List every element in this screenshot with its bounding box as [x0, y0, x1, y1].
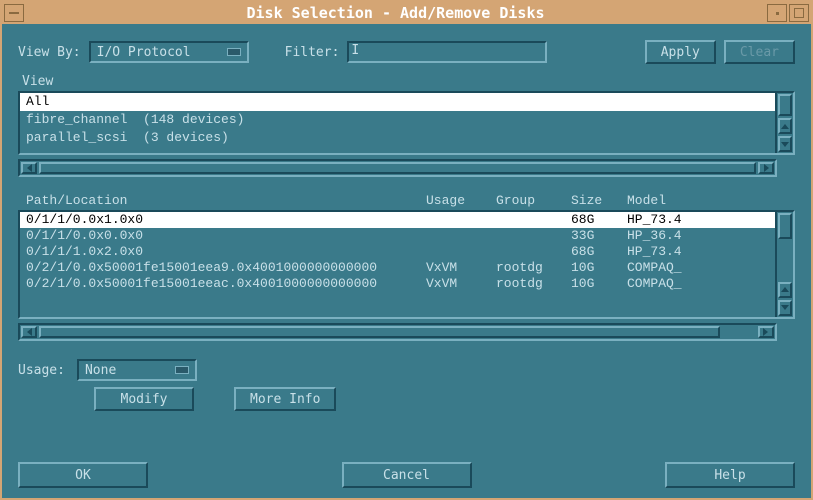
scrollbar-thumb[interactable]: [778, 213, 792, 239]
window-menu-button[interactable]: [4, 4, 24, 22]
scrollbar-thumb[interactable]: [39, 162, 756, 174]
disk-group: rootdg: [496, 260, 571, 276]
scroll-right-icon[interactable]: [758, 162, 774, 174]
dialog-footer: OK Cancel Help: [18, 462, 795, 488]
disk-size: 10G: [571, 276, 627, 292]
table-row[interactable]: 0/1/1/0.0x1.0x0 68GHP_73.4: [20, 212, 775, 228]
disk-group: [496, 244, 571, 260]
disk-path: 0/1/1/0.0x1.0x0: [26, 212, 426, 228]
disk-group: [496, 212, 571, 228]
scroll-right-icon[interactable]: [758, 326, 774, 338]
scroll-left-icon[interactable]: [21, 162, 37, 174]
view-by-value: I/O Protocol: [97, 45, 191, 60]
minimize-button[interactable]: [767, 4, 787, 22]
col-header-path: Path/Location: [26, 193, 426, 208]
col-header-usage: Usage: [426, 193, 496, 208]
disk-usage: [426, 228, 496, 244]
dialog-window: Disk Selection - Add/Remove Disks View B…: [0, 0, 813, 500]
usage-value: None: [85, 363, 116, 378]
table-row[interactable]: 0/2/1/0.0x50001fe15001eeac.0x40010000000…: [20, 276, 775, 292]
view-by-dropdown[interactable]: I/O Protocol: [89, 41, 249, 63]
view-list-vscroll[interactable]: [775, 93, 793, 153]
disk-list[interactable]: 0/1/1/0.0x1.0x068GHP_73.40/1/1/0.0x0.0x0…: [20, 212, 775, 317]
scroll-up-icon[interactable]: [778, 282, 792, 298]
col-header-group: Group: [496, 193, 571, 208]
disk-model: HP_36.4: [627, 228, 769, 244]
filter-label: Filter:: [285, 45, 340, 60]
disk-model: COMPAQ_: [627, 260, 769, 276]
disk-usage: VxVM: [426, 260, 496, 276]
content-area: View By: I/O Protocol Filter: I Apply Cl…: [2, 24, 811, 427]
table-row[interactable]: 0/1/1/1.0x2.0x0 68GHP_73.4: [20, 244, 775, 260]
text-caret-icon: I: [351, 43, 359, 58]
disk-list-container: 0/1/1/0.0x1.0x068GHP_73.40/1/1/0.0x0.0x0…: [18, 210, 795, 319]
help-button[interactable]: Help: [665, 462, 795, 488]
scrollbar-thumb[interactable]: [39, 326, 720, 338]
disk-path: 0/2/1/0.0x50001fe15001eeac.0x40010000000…: [26, 276, 426, 292]
list-item[interactable]: parallel_scsi (3 devices): [20, 129, 775, 147]
usage-dropdown[interactable]: None: [77, 359, 197, 381]
disk-usage: [426, 212, 496, 228]
scroll-up-icon[interactable]: [778, 118, 792, 134]
disk-model: HP_73.4: [627, 244, 769, 260]
disk-size: 68G: [571, 244, 627, 260]
view-list-hscroll[interactable]: [18, 159, 777, 177]
disk-size: 10G: [571, 260, 627, 276]
disk-usage: VxVM: [426, 276, 496, 292]
disk-group: [496, 228, 571, 244]
filter-input[interactable]: [347, 41, 547, 63]
view-list-container: Allfibre_channel (148 devices)parallel_s…: [18, 91, 795, 155]
view-by-label: View By:: [18, 45, 81, 60]
scroll-down-icon[interactable]: [778, 300, 792, 316]
list-item[interactable]: fibre_channel (148 devices): [20, 111, 775, 129]
table-row[interactable]: 0/2/1/0.0x50001fe15001eea9.0x40010000000…: [20, 260, 775, 276]
view-panel-label: View: [22, 74, 795, 89]
list-item[interactable]: All: [20, 93, 775, 111]
cancel-button[interactable]: Cancel: [342, 462, 472, 488]
apply-button[interactable]: Apply: [645, 40, 716, 64]
scroll-left-icon[interactable]: [21, 326, 37, 338]
maximize-button[interactable]: [789, 4, 809, 22]
disk-model: HP_73.4: [627, 212, 769, 228]
clear-button[interactable]: Clear: [724, 40, 795, 64]
usage-label: Usage:: [18, 363, 65, 378]
col-header-size: Size: [571, 193, 627, 208]
col-header-model: Model: [627, 193, 789, 208]
scrollbar-thumb[interactable]: [778, 94, 792, 116]
more-info-button[interactable]: More Info: [234, 387, 336, 411]
disk-list-hscroll[interactable]: [18, 323, 777, 341]
modify-button[interactable]: Modify: [94, 387, 194, 411]
table-row[interactable]: 0/1/1/0.0x0.0x0 33GHP_36.4: [20, 228, 775, 244]
ok-button[interactable]: OK: [18, 462, 148, 488]
disk-model: COMPAQ_: [627, 276, 769, 292]
disk-table-header: Path/Location Usage Group Size Model: [20, 191, 795, 210]
window-title: Disk Selection - Add/Remove Disks: [24, 4, 767, 22]
scroll-down-icon[interactable]: [778, 136, 792, 152]
disk-path: 0/1/1/1.0x2.0x0: [26, 244, 426, 260]
disk-path: 0/2/1/0.0x50001fe15001eea9.0x40010000000…: [26, 260, 426, 276]
disk-path: 0/1/1/0.0x0.0x0: [26, 228, 426, 244]
disk-group: rootdg: [496, 276, 571, 292]
view-list[interactable]: Allfibre_channel (148 devices)parallel_s…: [20, 93, 775, 153]
disk-size: 33G: [571, 228, 627, 244]
disk-size: 68G: [571, 212, 627, 228]
disk-usage: [426, 244, 496, 260]
titlebar: Disk Selection - Add/Remove Disks: [2, 2, 811, 24]
disk-list-vscroll[interactable]: [775, 212, 793, 317]
